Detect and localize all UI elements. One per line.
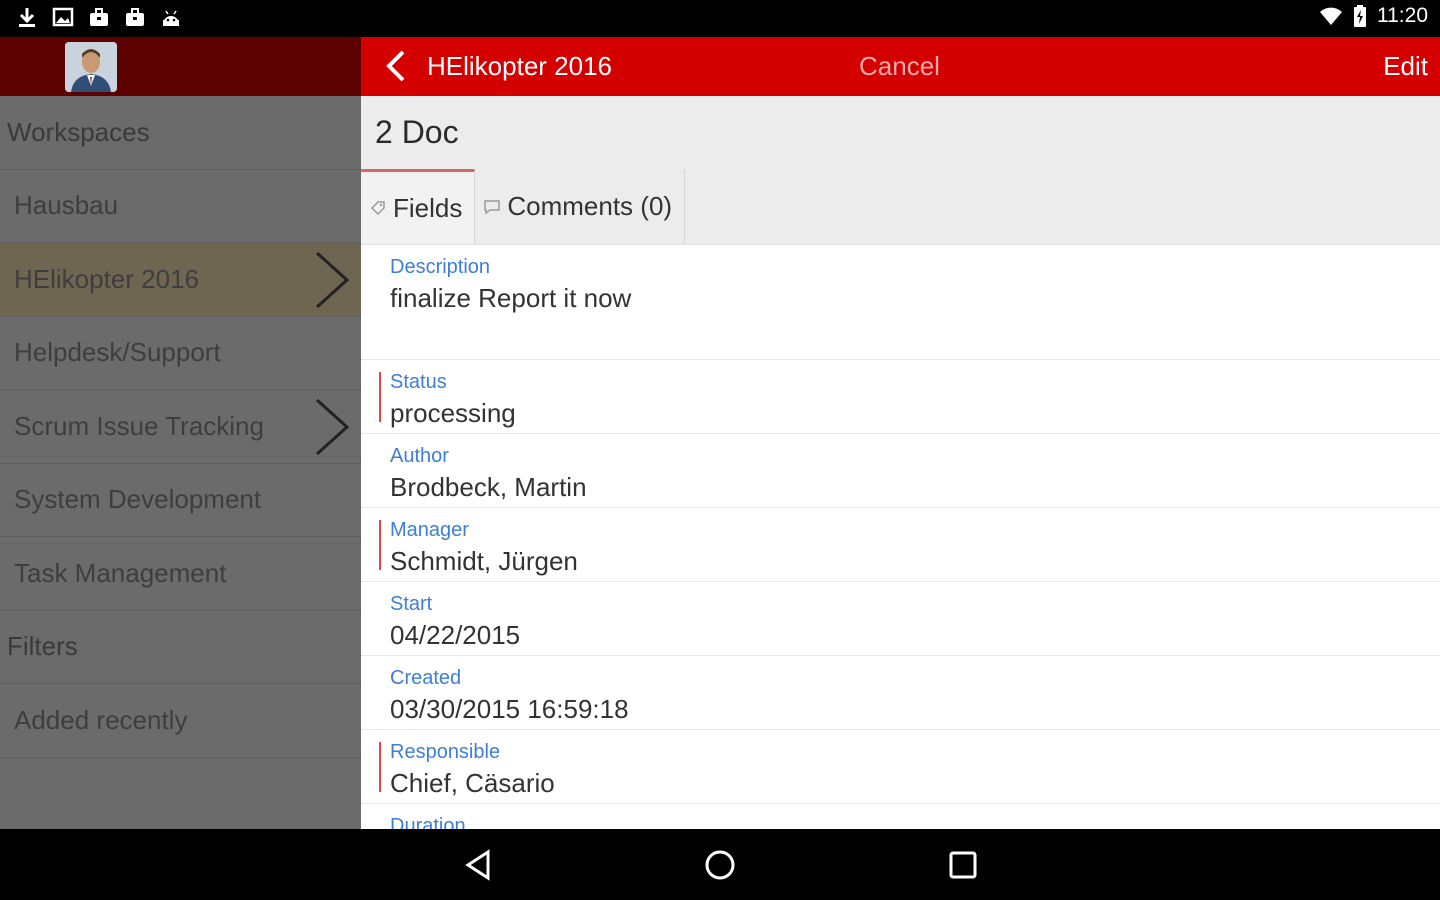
cancel-button[interactable]: Cancel [859, 51, 940, 82]
toolbar-title[interactable]: HElikopter 2016 [427, 51, 612, 82]
toolbar: HElikopter 2016 Cancel Edit [361, 37, 1440, 96]
sidebar-item-system-development[interactable]: System Development [0, 464, 361, 537]
required-indicator [379, 742, 381, 792]
field-manager[interactable]: Manager Schmidt, Jürgen [361, 508, 1440, 582]
field-description[interactable]: Description finalize Report it now [361, 245, 1440, 360]
home-circle-icon[interactable] [700, 845, 740, 885]
field-author[interactable]: Author Brodbeck, Martin [361, 434, 1440, 508]
briefcase-icon [88, 6, 110, 28]
status-bar: 11:20 [0, 0, 1440, 37]
tab-bar: Fields Comments (0) [361, 169, 1440, 245]
sidebar-item-label: Added recently [14, 704, 188, 735]
tab-label: Fields [393, 192, 463, 223]
field-label: Author [390, 445, 449, 467]
back-arrow-icon[interactable] [383, 49, 413, 83]
system-indicators: 11:20 [1319, 4, 1428, 28]
field-value: Schmidt, Jürgen [390, 546, 578, 576]
system-nav-bar [0, 829, 1440, 900]
field-value: 03/30/2015 16:59:18 [390, 694, 629, 724]
sidebar-item-added-recently[interactable]: Added recently [0, 684, 361, 758]
required-indicator [379, 372, 381, 422]
edit-button[interactable]: Edit [1383, 51, 1428, 82]
comment-icon [484, 199, 501, 214]
main-panel: HElikopter 2016 Cancel Edit 2 Doc Fields… [361, 37, 1440, 829]
sidebar-item-label: Scrum Issue Tracking [14, 410, 264, 441]
sidebar-item-label: Hausbau [14, 190, 119, 221]
chevron-right-icon[interactable] [313, 398, 351, 456]
sidebar-item-label: Task Management [14, 557, 227, 588]
tab-label: Comments (0) [507, 191, 673, 221]
download-icon [16, 6, 38, 28]
sidebar-item-task-management[interactable]: Task Management [0, 537, 361, 611]
sidebar-item-label: Filters [7, 631, 78, 662]
wifi-icon [1320, 7, 1342, 25]
field-label: Duration [390, 815, 466, 829]
field-start[interactable]: Start 04/22/2015 [361, 582, 1440, 656]
field-label: Manager [390, 519, 469, 541]
field-label: Created [390, 667, 462, 689]
image-icon [52, 6, 74, 28]
field-value: Brodbeck, Martin [390, 472, 587, 502]
briefcase-icon [124, 6, 146, 28]
sidebar-item-label: System Development [14, 484, 262, 515]
field-duration[interactable]: Duration [361, 804, 1440, 829]
avatar[interactable] [65, 42, 117, 92]
field-value: finalize Report it now [390, 283, 632, 313]
sidebar-item-label: Workspaces [7, 116, 150, 147]
tag-icon [370, 201, 385, 216]
tab-fields[interactable]: Fields [361, 169, 476, 244]
sidebar-item-hausbau[interactable]: Hausbau [0, 170, 361, 243]
field-value: processing [390, 398, 516, 428]
required-indicator [379, 520, 381, 570]
field-created[interactable]: Created 03/30/2015 16:59:18 [361, 656, 1440, 730]
page-title: 2 Doc [361, 96, 1440, 169]
sidebar-section-filters: Filters [0, 611, 361, 684]
sidebar-section-workspaces: Workspaces [0, 96, 361, 170]
tab-comments[interactable]: Comments (0) [475, 169, 686, 244]
chevron-right-icon[interactable] [313, 251, 351, 309]
clock: 11:20 [1377, 4, 1428, 27]
sidebar: Workspaces Hausbau HElikopter 2016 Helpd… [0, 37, 361, 829]
field-value: 04/22/2015 [390, 620, 521, 650]
field-value: Chief, Cäsario [390, 768, 555, 798]
sidebar-item-label: Helpdesk/Support [14, 337, 221, 368]
document-title: 2 Doc [375, 114, 459, 150]
notification-icons [16, 6, 182, 28]
recents-square-icon[interactable] [943, 845, 983, 885]
sidebar-item-scrum-issue-tracking[interactable]: Scrum Issue Tracking [0, 390, 361, 464]
field-label: Start [390, 593, 433, 615]
sidebar-header [0, 37, 361, 96]
android-icon [160, 6, 182, 28]
field-responsible[interactable]: Responsible Chief, Cäsario [361, 730, 1440, 804]
battery-icon [1354, 5, 1366, 27]
field-status[interactable]: Status processing [361, 360, 1440, 434]
sidebar-item-helikopter-2016[interactable]: HElikopter 2016 [0, 243, 361, 317]
sidebar-item-helpdesk-support[interactable]: Helpdesk/Support [0, 317, 361, 390]
back-triangle-icon[interactable] [460, 845, 500, 885]
field-label: Responsible [390, 741, 501, 763]
sidebar-item-label: HElikopter 2016 [14, 263, 199, 294]
field-label: Status [390, 371, 447, 393]
field-label: Description [390, 256, 491, 278]
